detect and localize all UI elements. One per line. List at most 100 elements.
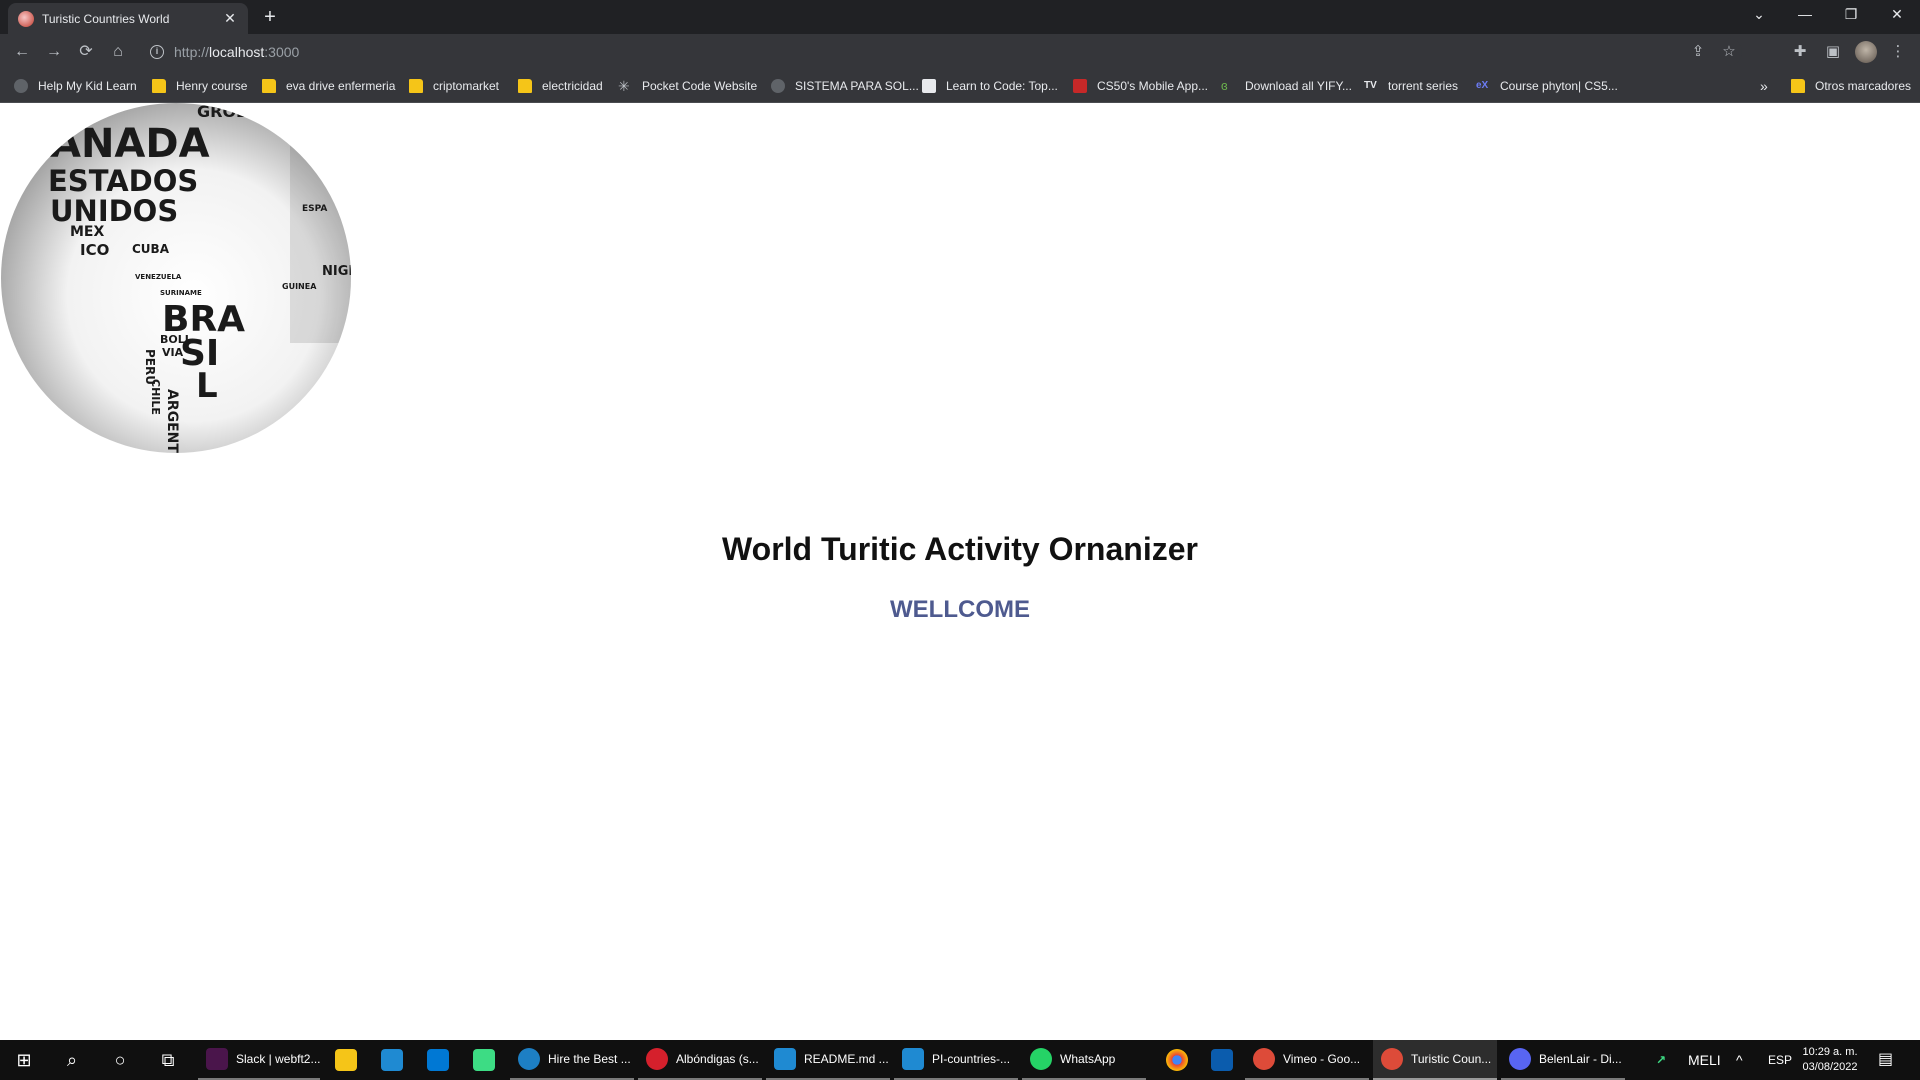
bookmark-label: Help My Kid Learn	[38, 79, 137, 93]
mail-icon[interactable]	[381, 1049, 403, 1071]
bookmark-label: criptomarket	[433, 79, 500, 93]
bookmark-course-phyton[interactable]: eX Course phyton| CS5...	[1476, 77, 1618, 95]
bookmark-label: CS50's Mobile App...	[1097, 79, 1209, 93]
taskbar-item-whatsapp[interactable]: WhatsApp	[1022, 1040, 1146, 1080]
bookmark-cs50-mobile[interactable]: CS50's Mobile App...	[1073, 77, 1208, 95]
bookmark-sistema-para-sol[interactable]: SISTEMA PARA SOL...	[771, 77, 919, 95]
globe-word-map-image: GROE ANADA ESTADOS UNIDOS MEX ICO CUBA V…	[1, 103, 351, 453]
file-explorer-icon[interactable]	[335, 1049, 357, 1071]
chrome-icon	[1381, 1048, 1403, 1070]
globe-label: UNIDOS	[50, 194, 178, 228]
bookmark-label: Course phyton| CS5...	[1500, 79, 1618, 93]
bookmark-label: electricidad	[542, 79, 603, 93]
meli-trend-icon[interactable]: ↗	[1656, 1040, 1680, 1080]
bookmark-electricidad[interactable]: electricidad	[518, 77, 603, 95]
bookmark-learn-to-code[interactable]: Learn to Code: Top...	[922, 77, 1058, 95]
harvard-shield-icon	[1073, 79, 1087, 93]
bookmark-henry-course[interactable]: Henry course	[152, 77, 247, 95]
chrome-icon	[1253, 1048, 1275, 1070]
taskbar-item-edge[interactable]: Hire the Best ...	[510, 1040, 634, 1080]
welcome-heading: WELLCOME	[890, 596, 1030, 623]
android-studio-icon[interactable]	[473, 1049, 495, 1071]
chrome-icon[interactable]	[1166, 1049, 1188, 1071]
cortana-icon[interactable]: ○	[96, 1040, 144, 1080]
browser-titlebar: Turistic Countries World ✕ + ⌄ — ❐ ✕	[0, 0, 1920, 34]
new-tab-button[interactable]: +	[258, 6, 282, 30]
whatsapp-icon	[1030, 1048, 1052, 1070]
address-bar[interactable]: i http://localhost:3000	[142, 38, 1742, 66]
bookmarks-bar: Help My Kid Learn Henry course eva drive…	[0, 70, 1920, 103]
meli-label[interactable]: MELI	[1688, 1040, 1721, 1080]
browser-toolbar: ← → ⟳ ⌂ i http://localhost:3000 ⇪ ☆ ✚ ▣ …	[0, 34, 1920, 70]
vscode-icon	[902, 1048, 924, 1070]
globe-icon	[14, 79, 28, 93]
folder-icon	[1791, 79, 1805, 93]
taskbar-item-opera[interactable]: Albóndigas (s...	[638, 1040, 762, 1080]
globe-favicon-icon	[18, 10, 34, 27]
leaf-icon: ɞ	[1221, 78, 1228, 93]
word-icon[interactable]	[1211, 1049, 1233, 1071]
bookmark-download-yify[interactable]: ɞ Download all YIFY...	[1221, 77, 1352, 95]
bookmark-label: Download all YIFY...	[1245, 79, 1352, 93]
share-icon[interactable]: ⇪	[1686, 40, 1710, 64]
taskbar-item-turistic[interactable]: Turistic Coun...	[1373, 1040, 1497, 1080]
star-icon[interactable]: ☆	[1717, 40, 1741, 64]
task-label: BelenLair - Di...	[1539, 1052, 1622, 1066]
bookmark-criptomarket[interactable]: criptomarket	[409, 77, 499, 95]
search-icon[interactable]: ⌕	[48, 1040, 96, 1080]
taskbar-item-vscode-pi[interactable]: PI-countries-...	[894, 1040, 1018, 1080]
globe-label: GROE	[197, 103, 247, 121]
bookmark-label: eva drive enfermeria	[286, 79, 396, 93]
menu-kebab-icon[interactable]: ⋮	[1886, 40, 1910, 64]
extensions-puzzle-icon[interactable]: ✚	[1788, 40, 1812, 64]
folder-icon	[262, 79, 276, 93]
globe-label: VIA	[162, 346, 184, 359]
notifications-icon[interactable]: ▤	[1878, 1040, 1893, 1080]
bookmark-eva-drive[interactable]: eva drive enfermeria	[262, 77, 395, 95]
bookmarks-overflow-button[interactable]: »	[1760, 77, 1768, 95]
other-bookmarks-folder[interactable]: Otros marcadores	[1791, 77, 1911, 95]
tab-search-icon[interactable]: ⌄	[1736, 0, 1782, 30]
store-icon[interactable]	[427, 1049, 449, 1071]
home-icon[interactable]: ⌂	[106, 40, 130, 64]
bookmark-torrent-series[interactable]: TV torrent series	[1364, 77, 1458, 95]
bookmark-label: SISTEMA PARA SOL...	[795, 79, 919, 93]
globe-label: MEX	[70, 224, 104, 240]
close-window-button[interactable]: ✕	[1874, 0, 1920, 30]
clock-date: 03/08/2022	[1802, 1061, 1858, 1073]
slack-icon	[206, 1048, 228, 1070]
windows-start-icon[interactable]: ⊞	[0, 1040, 48, 1080]
minimize-button[interactable]: —	[1782, 0, 1828, 30]
back-icon[interactable]: ←	[10, 40, 34, 64]
freecodecamp-icon	[922, 79, 936, 93]
browser-tab-active[interactable]: Turistic Countries World ✕	[8, 3, 248, 34]
globe-label: L	[196, 366, 218, 406]
language-indicator[interactable]: ESP	[1768, 1040, 1792, 1080]
taskbar-item-slack[interactable]: Slack | webft2...	[198, 1040, 320, 1080]
close-tab-icon[interactable]: ✕	[222, 10, 238, 27]
show-hidden-icons-chevron-icon[interactable]: ^	[1736, 1040, 1743, 1080]
restore-button[interactable]: ❐	[1828, 0, 1874, 30]
opera-icon	[646, 1048, 668, 1070]
forward-icon[interactable]: →	[42, 40, 66, 64]
taskbar-item-discord[interactable]: BelenLair - Di...	[1501, 1040, 1625, 1080]
task-label: Slack | webft2...	[236, 1052, 320, 1066]
globe-icon	[771, 79, 785, 93]
bookmark-help-my-kid-learn[interactable]: Help My Kid Learn	[14, 77, 137, 95]
page-title: World Turitic Activity Ornanizer	[722, 531, 1198, 567]
bookmark-pocket-code[interactable]: ✳ Pocket Code Website	[618, 77, 757, 95]
globe-label: SURINAME	[160, 289, 202, 297]
tab-title: Turistic Countries World	[42, 11, 170, 26]
profile-avatar[interactable]	[1855, 41, 1877, 63]
info-icon[interactable]: i	[150, 45, 164, 59]
edx-icon: eX	[1476, 80, 1489, 91]
windows-taskbar: ⊞ ⌕ ○ ⧉ Slack | webft2... Hire the Best …	[0, 1040, 1920, 1080]
reload-icon[interactable]: ⟳	[74, 40, 98, 64]
task-label: Albóndigas (s...	[676, 1052, 759, 1066]
clock[interactable]: 10:29 a. m. 03/08/2022	[1790, 1045, 1870, 1075]
taskbar-item-vimeo[interactable]: Vimeo - Goo...	[1245, 1040, 1369, 1080]
taskbar-item-vscode-readme[interactable]: README.md ...	[766, 1040, 890, 1080]
task-view-icon[interactable]: ⧉	[144, 1040, 192, 1080]
url-text[interactable]: http://localhost:3000	[174, 44, 299, 60]
side-panel-icon[interactable]: ▣	[1821, 40, 1845, 64]
